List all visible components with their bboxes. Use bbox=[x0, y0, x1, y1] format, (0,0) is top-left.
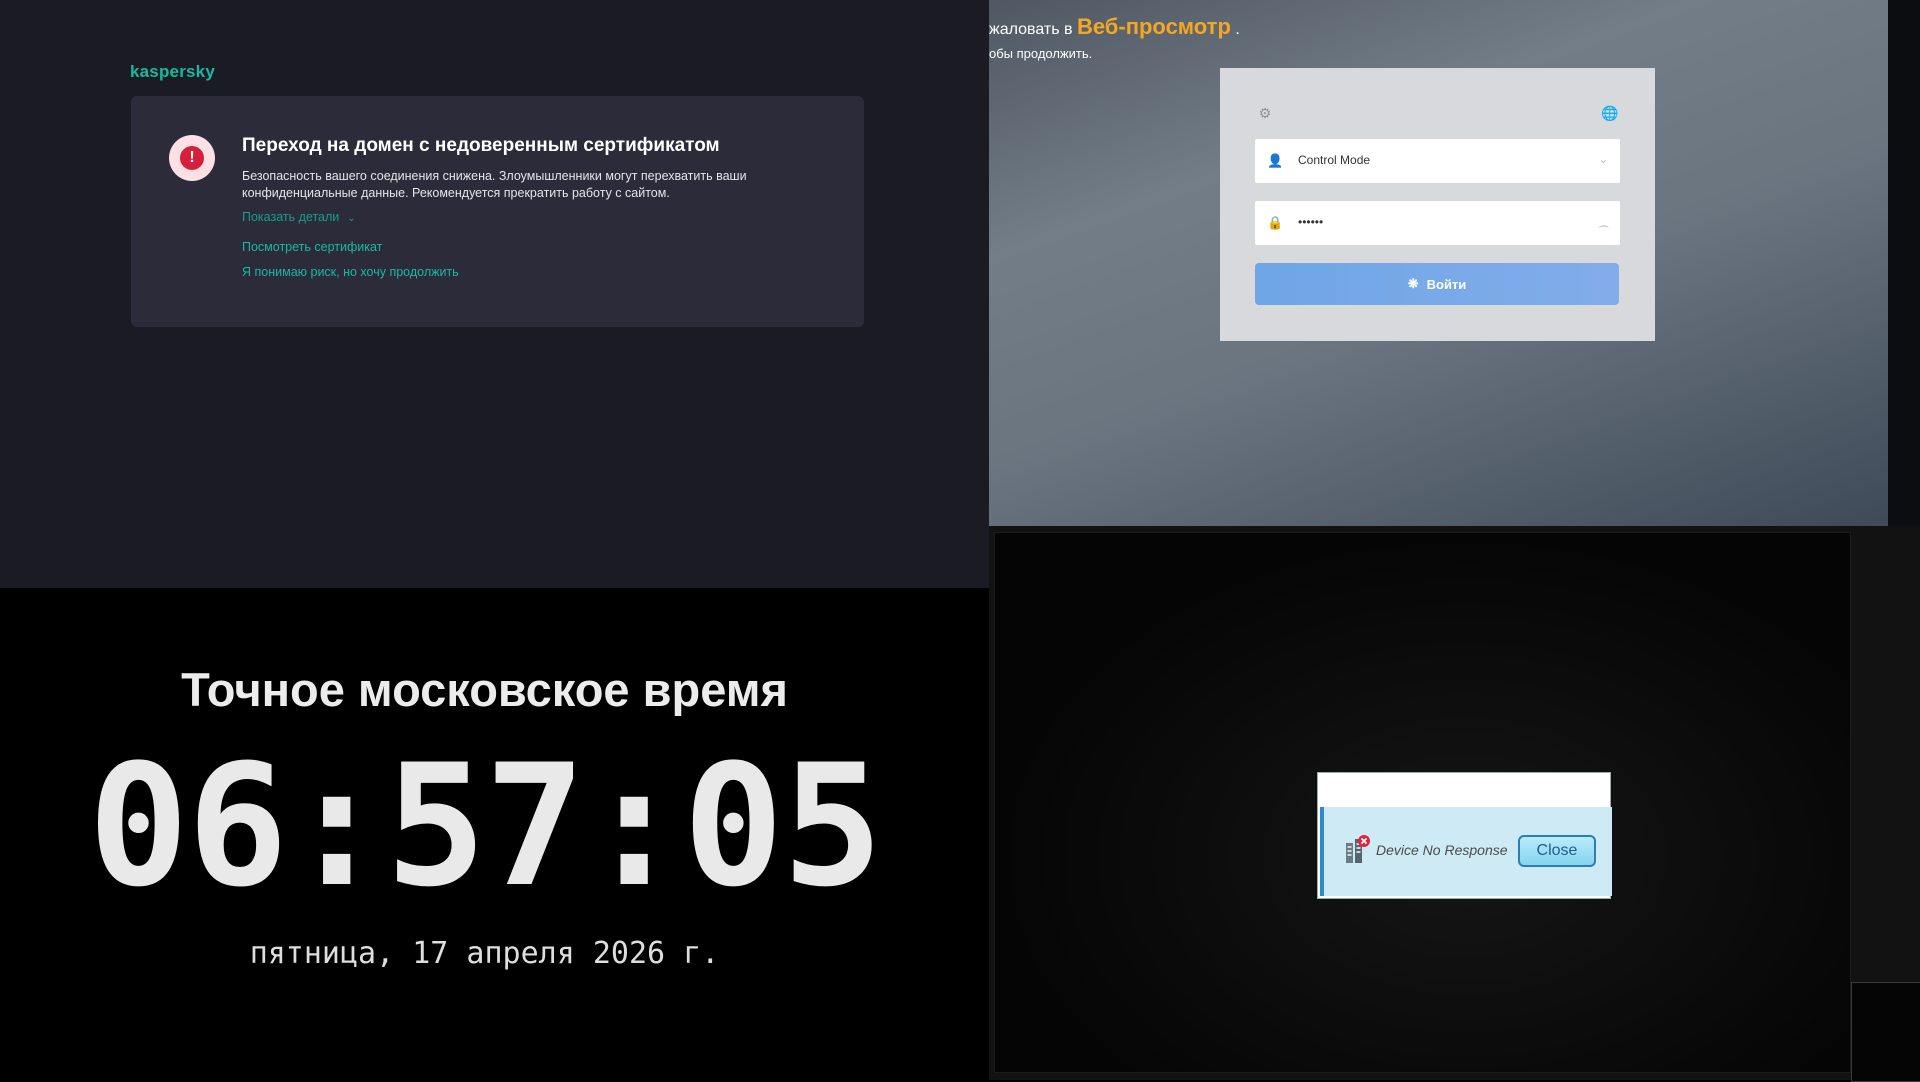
device-error-message: Device No Response bbox=[1376, 842, 1508, 858]
kaspersky-logo: kaspersky bbox=[130, 62, 215, 81]
alert-icon: ! bbox=[169, 135, 215, 181]
right-edge-strip bbox=[1888, 0, 1920, 526]
device-error-dialog: Device No Response Close bbox=[1317, 772, 1612, 899]
dialog-body: Device No Response Close bbox=[1320, 807, 1612, 896]
spinner-icon: ❋ bbox=[1407, 276, 1419, 291]
welcome-heading: жаловать в Веб-просмотр . bbox=[989, 14, 1240, 40]
lock-icon: 🔒 bbox=[1267, 215, 1284, 230]
mode-select-value: Control Mode bbox=[1298, 153, 1371, 167]
user-icon: 👤 bbox=[1267, 153, 1284, 168]
clock-date: пятница, 17 апреля 2026 г. bbox=[249, 936, 720, 971]
login-button-label: Войти bbox=[1426, 276, 1467, 292]
warning-title: Переход на домен с недоверенным сертифик… bbox=[242, 135, 720, 156]
device-view-pane: Device No Response Close bbox=[989, 526, 1920, 1082]
webview-login-pane: жаловать в Веб-просмотр . обы продолжить… bbox=[989, 0, 1888, 526]
brand-name: Веб-просмотр bbox=[1076, 14, 1231, 39]
warning-description: Безопасность вашего соединения снижена. … bbox=[242, 169, 747, 200]
mini-preview[interactable] bbox=[1851, 982, 1920, 1082]
device-error-icon bbox=[1346, 835, 1370, 863]
clock-heading: Точное московское время bbox=[181, 663, 788, 716]
video-screen: Device No Response Close bbox=[994, 532, 1851, 1073]
chevron-down-icon: ⌄ bbox=[1598, 154, 1608, 166]
welcome-subtitle: обы продолжить. bbox=[989, 46, 1093, 61]
globe-icon[interactable]: 🌐 bbox=[1601, 106, 1618, 120]
password-field[interactable]: 🔒 •••••• ⁔ bbox=[1255, 201, 1620, 245]
warning-card: ! Переход на домен с недоверенным сертиф… bbox=[131, 96, 864, 327]
close-button[interactable]: Close bbox=[1518, 835, 1596, 867]
view-certificate-link[interactable]: Посмотреть сертификат bbox=[242, 240, 382, 254]
chevron-down-icon: ⌄ bbox=[347, 213, 356, 224]
login-panel: ⚙ 🌐 👤 Control Mode ⌄ 🔒 •••••• ⁔ ❋ Войти bbox=[1220, 68, 1655, 341]
login-button[interactable]: ❋ Войти bbox=[1255, 263, 1619, 305]
gear-icon[interactable]: ⚙ bbox=[1258, 106, 1272, 120]
continue-anyway-link[interactable]: Я понимаю риск, но хочу продолжить bbox=[242, 265, 459, 279]
moscow-clock-pane: Точное московское время 06:57:05 пятница… bbox=[0, 588, 989, 1080]
clock-time: 06:57:05 bbox=[87, 728, 883, 924]
welcome-prefix: жаловать в bbox=[989, 21, 1073, 38]
show-details-link[interactable]: Показать детали ⌄ bbox=[242, 210, 356, 224]
show-details-label: Показать детали bbox=[242, 210, 340, 224]
welcome-suffix: . bbox=[1235, 21, 1240, 38]
kaspersky-warning-pane: kaspersky ! Переход на домен с недоверен… bbox=[0, 0, 989, 588]
password-value: •••••• bbox=[1298, 215, 1324, 229]
eye-closed-icon[interactable]: ⁔ bbox=[1599, 215, 1608, 228]
mode-select[interactable]: 👤 Control Mode ⌄ bbox=[1255, 139, 1620, 183]
